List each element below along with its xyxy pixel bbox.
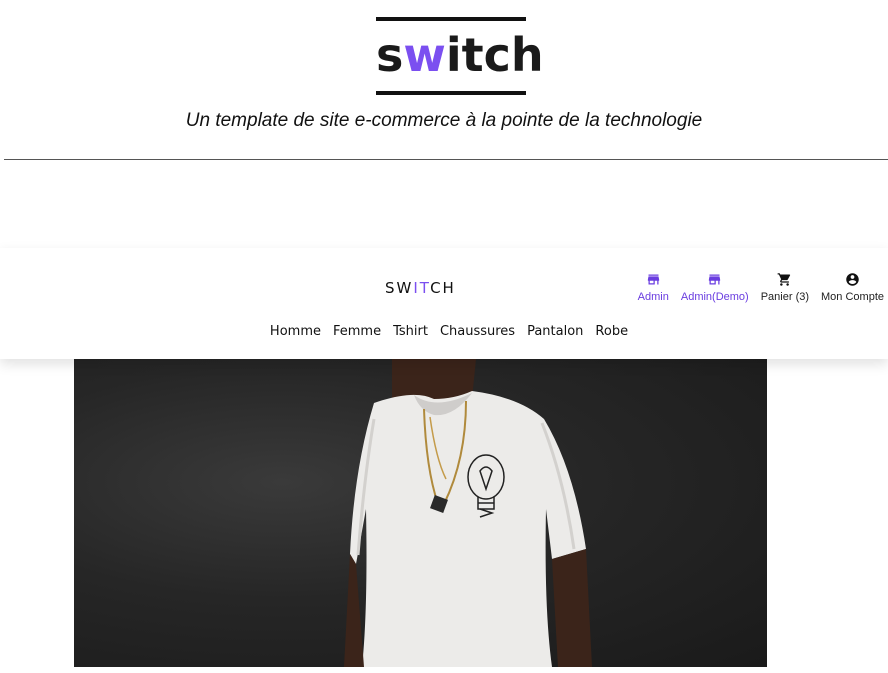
cart-label: Panier (3) xyxy=(760,291,810,303)
admin-link[interactable]: Admin xyxy=(638,272,669,303)
divider xyxy=(4,159,888,160)
nav-robe[interactable]: Robe xyxy=(595,324,628,339)
brand-logo[interactable]: SWITCH xyxy=(385,279,456,297)
admin-label: Admin xyxy=(637,291,669,303)
nav-femme[interactable]: Femme xyxy=(333,324,381,339)
logo-suffix: itch xyxy=(445,28,544,82)
account-link[interactable]: Mon Compte xyxy=(821,272,884,303)
header-actions: Admin Admin(Demo) Panier (3) Mon Compte xyxy=(626,272,884,303)
logo-accent: w xyxy=(403,28,446,82)
admin-demo-link[interactable]: Admin(Demo) xyxy=(681,272,749,303)
cart-icon xyxy=(777,273,791,286)
logo-wordmark: switch xyxy=(376,27,544,83)
nav-chaussures[interactable]: Chaussures xyxy=(440,324,515,339)
cart-link[interactable]: Panier (3) xyxy=(761,272,809,303)
nav-homme[interactable]: Homme xyxy=(270,324,321,339)
model-photo-illustration xyxy=(344,359,592,667)
nav-tshirt[interactable]: Tshirt xyxy=(393,324,428,339)
brand-suffix: CH xyxy=(430,279,456,297)
logo-prefix: s xyxy=(376,28,404,82)
category-nav: Homme Femme Tshirt Chaussures Pantalon R… xyxy=(0,324,888,339)
hero-banner-image xyxy=(74,359,767,667)
brand-accent: IT xyxy=(413,279,431,297)
store-icon xyxy=(709,274,721,285)
tagline: Un template de site e-commerce à la poin… xyxy=(185,110,703,131)
admin-demo-label: Admin(Demo) xyxy=(680,291,749,303)
account-circle-icon xyxy=(846,273,859,286)
nav-pantalon[interactable]: Pantalon xyxy=(527,324,583,339)
logo-bottom-bar xyxy=(376,91,526,95)
account-label: Mon Compte xyxy=(821,291,884,303)
hero-logo: switch xyxy=(376,17,544,96)
logo-top-bar xyxy=(376,17,526,21)
store-icon xyxy=(647,274,659,285)
brand-prefix: SW xyxy=(385,279,414,297)
shop-header: SWITCH Admin Admin(Demo) Panier (3) Mon … xyxy=(0,248,888,359)
